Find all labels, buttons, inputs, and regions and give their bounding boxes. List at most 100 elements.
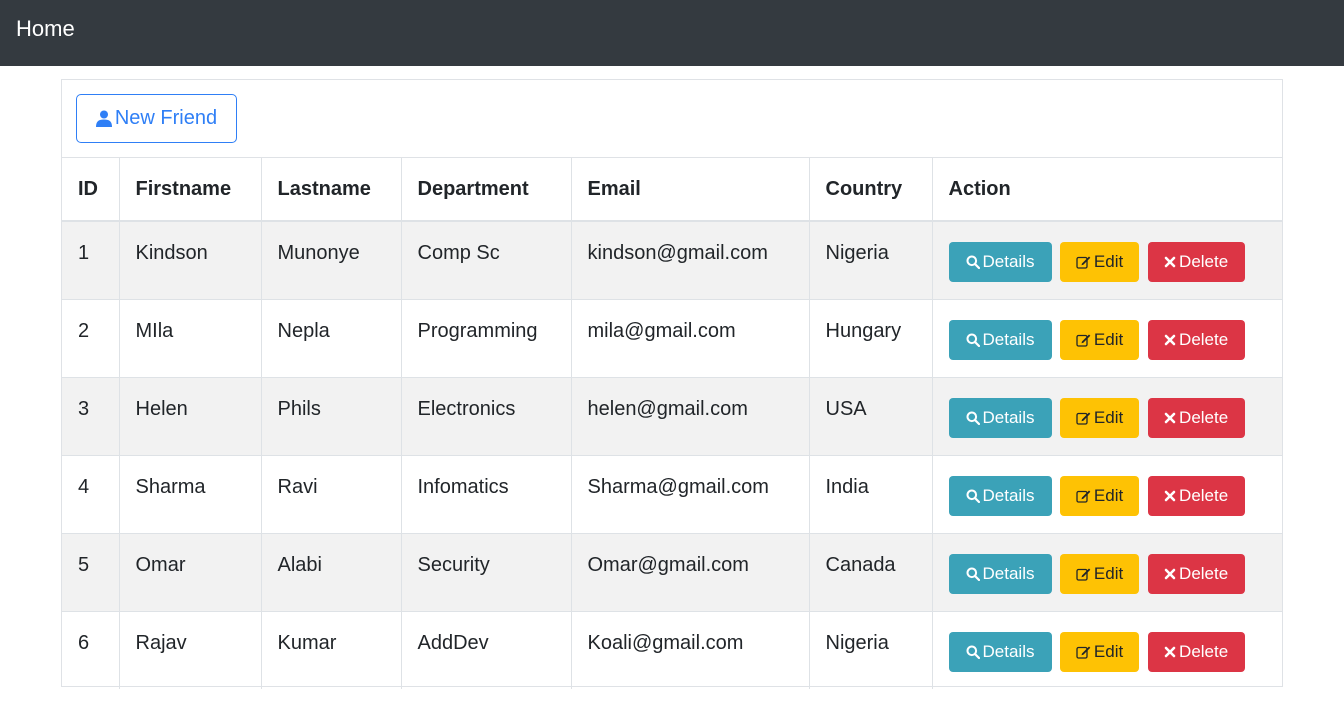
close-icon (1164, 256, 1176, 268)
search-icon (966, 411, 980, 425)
delete-button[interactable]: Delete (1147, 631, 1245, 672)
cell-country: Hungary (809, 298, 933, 377)
search-icon (966, 567, 980, 581)
details-button[interactable]: Details (948, 242, 1052, 282)
delete-label: Delete (1179, 252, 1229, 271)
edit-label: Edit (1093, 407, 1124, 427)
edit-icon (1076, 568, 1091, 581)
search-icon (966, 489, 980, 503)
column-header-lastname: Lastname (261, 158, 402, 222)
cell-department: Programming (401, 298, 572, 377)
user-icon (95, 110, 112, 127)
edit-button[interactable]: Edit (1060, 475, 1140, 516)
delete-label: Delete (1179, 563, 1229, 583)
edit-button[interactable]: Edit (1060, 242, 1140, 282)
cell-actions: Details Edit Delete (932, 610, 1282, 689)
details-button[interactable]: Details (948, 319, 1052, 360)
details-button[interactable]: Details (948, 553, 1052, 594)
details-label: Details (982, 407, 1035, 427)
search-icon (966, 255, 980, 269)
cell-country: Canada (809, 532, 933, 611)
cell-email: Sharma@gmail.com (571, 454, 810, 533)
edit-icon (1076, 256, 1091, 269)
cell-country: Nigeria (809, 610, 933, 689)
cell-department: AddDev (401, 610, 572, 689)
edit-label: Edit (1093, 252, 1124, 271)
friends-card: New Friend ID Firstname Lastname Departm… (61, 79, 1283, 689)
delete-button[interactable]: Delete (1147, 397, 1245, 438)
card-header: New Friend (62, 80, 1282, 158)
cell-actions: Details Edit Delete (932, 221, 1282, 299)
cell-actions: Details Edit Delete (932, 376, 1282, 455)
column-header-action: Action (932, 158, 1282, 222)
top-navbar: Home (0, 0, 1344, 66)
cell-country: Nigeria (809, 221, 933, 299)
edit-button[interactable]: Edit (1060, 631, 1140, 672)
column-header-email: Email (571, 158, 810, 222)
edit-label: Edit (1093, 485, 1124, 505)
cell-id: 6 (62, 610, 120, 689)
cell-id: 1 (62, 221, 120, 299)
cell-department: Electronics (401, 376, 572, 455)
table-row: 2 MIla Nepla Programming mila@gmail.com … (62, 298, 1282, 377)
edit-button[interactable]: Edit (1060, 319, 1140, 360)
cell-id: 4 (62, 454, 120, 533)
delete-button[interactable]: Delete (1147, 319, 1245, 360)
cell-email: Koali@gmail.com (571, 610, 810, 689)
edit-label: Edit (1093, 329, 1124, 349)
table-header-row: ID Firstname Lastname Department Email C… (62, 158, 1282, 222)
column-header-country: Country (809, 158, 933, 222)
cell-department: Comp Sc (401, 221, 572, 299)
close-icon (1164, 412, 1176, 423)
column-header-id: ID (62, 158, 120, 222)
friends-table: ID Firstname Lastname Department Email C… (62, 158, 1282, 689)
close-icon (1164, 490, 1176, 501)
table-row: 1 Kindson Munonye Comp Sc kindson@gmail.… (62, 221, 1282, 299)
cell-lastname: Nepla (261, 298, 402, 377)
edit-button[interactable]: Edit (1060, 553, 1140, 594)
details-button[interactable]: Details (948, 475, 1052, 516)
cell-country: India (809, 454, 933, 533)
cell-actions: Details Edit Delete (932, 298, 1282, 377)
cell-department: Security (401, 532, 572, 611)
edit-label: Edit (1093, 641, 1124, 661)
new-friend-label: New Friend (114, 107, 218, 129)
close-icon (1164, 568, 1176, 579)
edit-icon (1076, 490, 1091, 503)
cell-id: 2 (62, 298, 120, 377)
cell-firstname: Helen (119, 376, 262, 455)
delete-button[interactable]: Delete (1147, 553, 1245, 594)
new-friend-button[interactable]: New Friend (76, 94, 237, 143)
cell-country: USA (809, 376, 933, 455)
details-button[interactable]: Details (948, 397, 1052, 438)
cell-firstname: Sharma (119, 454, 262, 533)
table-row: 5 Omar Alabi Security Omar@gmail.com Can… (62, 532, 1282, 611)
cell-email: mila@gmail.com (571, 298, 810, 377)
cell-lastname: Phils (261, 376, 402, 455)
cell-lastname: Kumar (261, 610, 402, 689)
cell-actions: Details Edit Delete (932, 532, 1282, 611)
delete-label: Delete (1179, 329, 1229, 349)
cell-lastname: Alabi (261, 532, 402, 611)
edit-label: Edit (1093, 563, 1124, 583)
edit-icon (1076, 646, 1091, 659)
cell-id: 5 (62, 532, 120, 611)
details-label: Details (982, 563, 1035, 583)
search-icon (966, 645, 980, 659)
edit-icon (1076, 412, 1091, 425)
column-header-firstname: Firstname (119, 158, 262, 222)
delete-label: Delete (1179, 641, 1229, 661)
cell-department: Infomatics (401, 454, 572, 533)
delete-button[interactable]: Delete (1147, 475, 1245, 516)
cell-email: Omar@gmail.com (571, 532, 810, 611)
details-button[interactable]: Details (948, 631, 1052, 672)
details-label: Details (982, 329, 1035, 349)
details-label: Details (982, 485, 1035, 505)
cell-lastname: Ravi (261, 454, 402, 533)
cell-firstname: MIla (119, 298, 262, 377)
cell-email: kindson@gmail.com (571, 221, 810, 299)
navbar-brand-home[interactable]: Home (16, 14, 75, 44)
edit-button[interactable]: Edit (1060, 397, 1140, 438)
delete-button[interactable]: Delete (1147, 242, 1245, 282)
details-label: Details (982, 641, 1035, 661)
